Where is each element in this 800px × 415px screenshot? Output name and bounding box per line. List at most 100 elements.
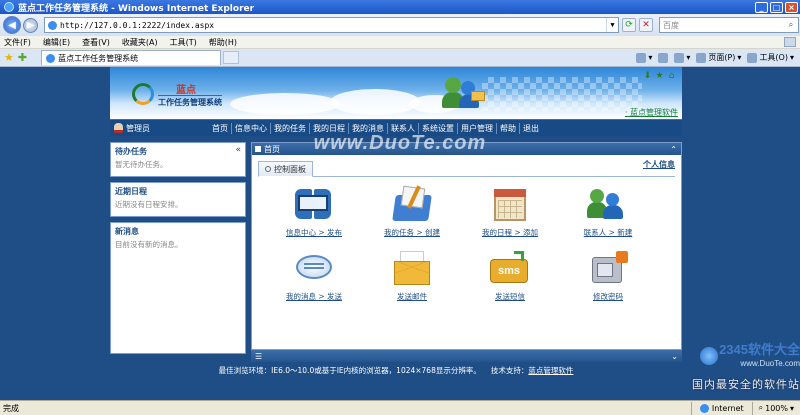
new-tab-button[interactable] <box>223 51 240 64</box>
panel-content: 目前没有新的消息。 <box>115 240 183 249</box>
expand-down-icon[interactable]: ⌄ <box>671 352 678 361</box>
shortcut-label[interactable]: 我的日程 > 添加 <box>460 227 560 238</box>
tech-support-label: 技术支持： <box>490 365 529 375</box>
tech-support-link[interactable]: 蓝点管理软件 <box>528 365 573 376</box>
my-tasks-icon[interactable] <box>390 185 434 225</box>
print-button[interactable]: ▾ <box>674 52 690 63</box>
contacts-icon[interactable] <box>586 185 630 225</box>
my-messages-icon[interactable] <box>292 249 336 289</box>
menu-help[interactable]: 帮助(H) <box>209 37 237 48</box>
panel-title: 待办任务 <box>115 147 147 156</box>
cloud-decoration <box>330 89 420 115</box>
address-row: ◀ ▶ http://127.0.0.1:2222/index.aspx ▼ ⟳… <box>0 14 800 36</box>
shortcut-label[interactable]: 我的消息 > 发送 <box>264 291 364 302</box>
menu-favorites[interactable]: 收藏夹(A) <box>122 37 158 48</box>
address-field[interactable]: http://127.0.0.1:2222/index.aspx ▼ <box>44 17 619 33</box>
address-dropdown-icon[interactable]: ▼ <box>606 18 618 32</box>
panel-square-icon <box>255 146 261 152</box>
nav-my-tasks[interactable]: 我的任务 <box>271 122 310 134</box>
new-messages-panel: 新消息 目前没有新的消息。 <box>110 222 246 354</box>
tab-control-panel-label: 控制面板 <box>274 164 306 174</box>
bookmark-icon[interactable]: ⬇ <box>643 71 652 81</box>
links-icon[interactable] <box>784 37 796 47</box>
search-input[interactable]: 百度 ⌕ <box>659 17 799 33</box>
user-name: 管理员 <box>126 123 150 133</box>
main-panel-header: 首页 ⌃ <box>252 143 681 155</box>
tab-control-panel[interactable]: 控制面板 <box>258 161 313 177</box>
send-mail-icon[interactable] <box>390 249 434 289</box>
close-window-button[interactable]: × <box>785 1 798 13</box>
browser-tab[interactable]: 蓝点工作任务管理系统 <box>41 50 222 65</box>
tab-bullet-icon <box>265 166 271 172</box>
menu-view[interactable]: 查看(V) <box>82 37 110 48</box>
menu-file[interactable]: 文件(F) <box>4 37 31 48</box>
send-sms-icon[interactable]: sms <box>488 249 532 289</box>
shortcut-label[interactable]: 信息中心 > 发布 <box>264 227 364 238</box>
page-menu-button[interactable]: 页面(P) ▾ <box>696 52 741 63</box>
shortcut-contacts[interactable]: 联系人 > 新建 <box>558 185 658 251</box>
tools-menu-button[interactable]: 工具(O) ▾ <box>747 52 794 63</box>
nav-user-management[interactable]: 用户管理 <box>458 122 497 134</box>
shortcut-my-schedule[interactable]: 我的日程 > 添加 <box>460 185 560 251</box>
menu-tools[interactable]: 工具(T) <box>170 37 197 48</box>
product-link[interactable]: · 蓝点管理软件 <box>625 107 678 118</box>
panel-title: 近期日程 <box>115 187 147 196</box>
minimize-button[interactable]: _ <box>755 1 768 13</box>
zoom-dropdown-icon: ▾ <box>789 403 794 413</box>
menu-edit[interactable]: 编辑(E) <box>43 37 70 48</box>
change-password-icon[interactable] <box>586 249 630 289</box>
shortcut-send-mail[interactable]: 发送邮件 <box>362 249 462 315</box>
my-schedule-icon[interactable] <box>488 185 532 225</box>
maximize-button[interactable]: □ <box>770 1 783 13</box>
footer-menu-icon: ☰ <box>255 351 263 361</box>
refresh-button[interactable]: ⟳ <box>622 18 636 32</box>
page-viewport: 蓝点 工作任务管理系统 ⬇ ★ ⌂ · 蓝点管理软件 管理员 首页 信息中心 我… <box>0 67 800 400</box>
home-button[interactable]: ▾ <box>636 52 652 63</box>
rss-icon <box>658 52 669 63</box>
favorites-star-icon[interactable]: ★ <box>4 51 14 64</box>
tab-row: ★ ✚ 蓝点工作任务管理系统 ▾ ▾ 页面(P) ▾ 工具(O) ▾ <box>0 49 800 67</box>
stop-button[interactable]: ✕ <box>639 18 653 32</box>
add-favorite-icon[interactable]: ✚ <box>18 51 27 64</box>
feeds-button[interactable] <box>658 52 669 63</box>
zoom-control[interactable]: ⌕ 100% ▾ <box>751 401 800 415</box>
shortcut-send-sms[interactable]: sms 发送短信 <box>460 249 560 315</box>
home-icon <box>636 52 647 63</box>
favorite-icon[interactable]: ★ <box>655 71 664 81</box>
collapse-sidebar-icon[interactable]: « <box>235 145 241 155</box>
shortcut-label[interactable]: 联系人 > 新建 <box>558 227 658 238</box>
personal-info-link[interactable]: 个人信息 <box>643 159 675 170</box>
users-illustration-icon <box>442 77 485 109</box>
shortcut-change-password[interactable]: 修改密码 <box>558 249 658 315</box>
nav-system-settings[interactable]: 系统设置 <box>419 122 458 134</box>
back-button[interactable]: ◀ <box>3 16 21 34</box>
nav-help[interactable]: 帮助 <box>497 122 520 134</box>
main-panel-title: 首页 <box>264 144 280 154</box>
zone-label: Internet <box>711 403 744 413</box>
nav-info-center[interactable]: 信息中心 <box>232 122 271 134</box>
banner-pattern <box>482 77 642 111</box>
header-icons: ⬇ ★ ⌂ <box>643 71 676 81</box>
collapse-up-icon[interactable]: ⌃ <box>670 145 677 154</box>
nav-logout[interactable]: 退出 <box>520 123 542 134</box>
shortcut-my-messages[interactable]: 我的消息 > 发送 <box>264 249 364 315</box>
nav-home[interactable]: 首页 <box>209 122 232 134</box>
security-zone[interactable]: Internet <box>690 401 752 415</box>
gear-icon <box>747 52 758 63</box>
shortcut-info-center[interactable]: 信息中心 > 发布 <box>264 185 364 251</box>
address-url: http://127.0.0.1:2222/index.aspx <box>60 20 215 30</box>
shortcut-my-tasks[interactable]: 我的任务 > 创建 <box>362 185 462 251</box>
shortcut-label[interactable]: 发送短信 <box>460 291 560 302</box>
info-center-icon[interactable] <box>292 185 336 225</box>
shortcut-label[interactable]: 我的任务 > 创建 <box>362 227 462 238</box>
main-panel: 首页 ⌃ 控制面板 个人信息 信息中心 > 发布 我的任务 > 创建 我的日程 … <box>251 142 682 350</box>
home-icon[interactable]: ⌂ <box>667 71 676 81</box>
shortcut-label[interactable]: 修改密码 <box>558 291 658 302</box>
nav-my-messages[interactable]: 我的消息 <box>349 122 388 134</box>
nav-my-schedule[interactable]: 我的日程 <box>310 122 349 134</box>
search-icon[interactable]: ⌕ <box>784 20 798 30</box>
shortcut-label[interactable]: 发送邮件 <box>362 291 462 302</box>
forward-button[interactable]: ▶ <box>23 17 38 33</box>
nav-contacts[interactable]: 联系人 <box>388 122 419 134</box>
panel-content: 暂无待办任务。 <box>115 160 168 169</box>
